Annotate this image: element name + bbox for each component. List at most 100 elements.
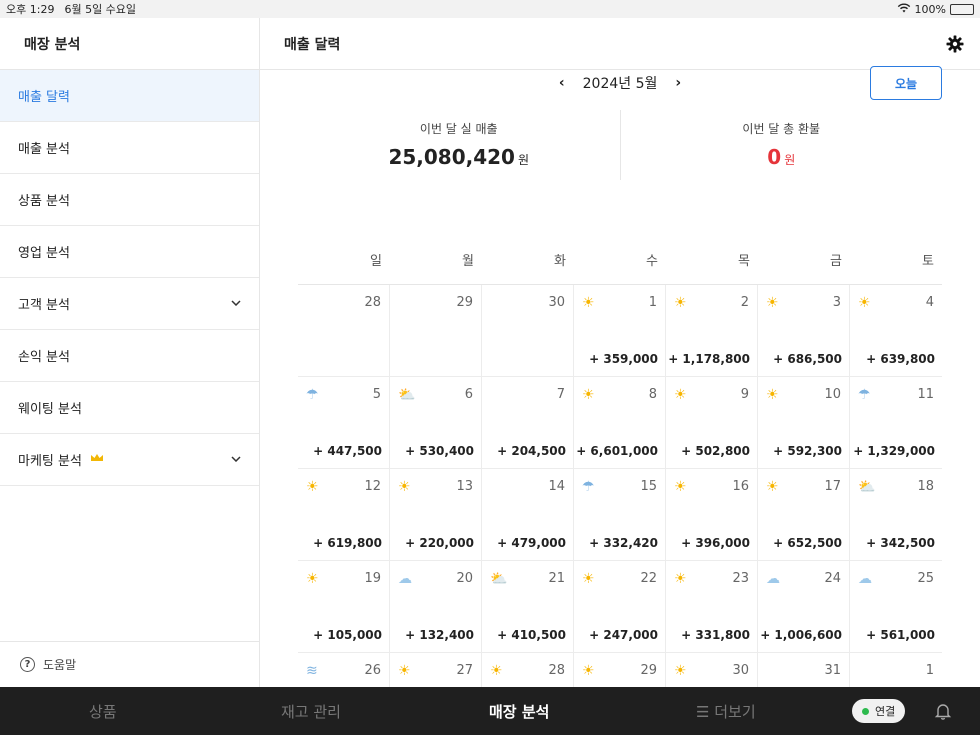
calendar-day[interactable]: ☀ 13 + 220,000 [390, 469, 482, 561]
cloud-icon: ☁ [398, 571, 412, 587]
day-number: 28 [548, 663, 565, 678]
calendar-day[interactable]: 30 [482, 285, 574, 377]
wifi-icon [897, 3, 911, 16]
calendar-day[interactable]: ☀ 10 + 592,300 [758, 377, 850, 469]
sun-icon: ☀ [582, 571, 595, 587]
calendar-day[interactable]: ☀ 22 + 247,000 [574, 561, 666, 653]
calendar-day[interactable]: ⛅ 21 + 410,500 [482, 561, 574, 653]
day-number: 29 [640, 663, 657, 678]
help-label: 도움말 [43, 658, 77, 672]
sun-icon: ☀ [398, 479, 411, 495]
calendar-day[interactable]: ☀ 27 [390, 653, 482, 687]
day-number: 18 [917, 479, 934, 494]
calendar-day[interactable]: ☀ 1 + 359,000 [574, 285, 666, 377]
calendar-day[interactable]: ☀ 19 + 105,000 [298, 561, 390, 653]
day-sales-amount: + 132,400 [405, 628, 474, 642]
calendar-day[interactable]: ☀ 12 + 619,800 [298, 469, 390, 561]
tab-more[interactable]: ☰ 더보기 [696, 701, 756, 722]
day-number: 29 [456, 295, 473, 310]
calendar-day[interactable]: ☁ 24 + 1,006,600 [758, 561, 850, 653]
calendar-day[interactable]: ☀ 8 + 6,601,000 [574, 377, 666, 469]
day-sales-amount: + 359,000 [589, 352, 658, 366]
calendar-day[interactable]: ☀ 29 [574, 653, 666, 687]
calendar-day[interactable]: ⛅ 18 + 342,500 [850, 469, 942, 561]
calendar-day[interactable]: 1 [850, 653, 942, 687]
sun-icon: ☀ [766, 387, 779, 403]
day-sales-amount: + 6,601,000 [576, 444, 658, 458]
sun-icon: ☀ [766, 295, 779, 311]
battery-icon [950, 3, 974, 15]
sun-icon: ☀ [674, 479, 687, 495]
calendar-day[interactable]: ☀ 2 + 1,178,800 [666, 285, 758, 377]
connection-badge[interactable]: 연결 [852, 699, 906, 723]
sidebar: 매장 분석 매출 달력 매출 분석 상품 분석 영업 분석 고객 분석 손익 분… [0, 18, 260, 687]
sidebar-title: 매장 분석 [0, 18, 259, 70]
calendar-day[interactable]: ☁ 25 + 561,000 [850, 561, 942, 653]
day-sales-amount: + 220,000 [405, 536, 474, 550]
sidebar-item-waiting-analysis[interactable]: 웨이팅 분석 [0, 382, 259, 434]
calendar-day[interactable]: ☀ 28 [482, 653, 574, 687]
menu-icon: ☰ [696, 703, 715, 721]
sidebar-item-marketing-analysis[interactable]: 마케팅 분석 [0, 434, 259, 486]
calendar-day[interactable]: ☀ 16 + 396,000 [666, 469, 758, 561]
next-month-button[interactable]: › [671, 75, 685, 91]
calendar-day[interactable]: 29 [390, 285, 482, 377]
day-number: 2 [740, 295, 749, 310]
day-number: 12 [364, 479, 381, 494]
calendar-day[interactable]: ☀ 23 + 331,800 [666, 561, 758, 653]
tab-store-analysis[interactable]: 매장 분석 [489, 701, 549, 722]
weekday-label: 화 [554, 254, 566, 269]
day-number: 5 [372, 387, 381, 402]
gear-icon[interactable] [946, 35, 964, 53]
calendar-day[interactable]: ☀ 17 + 652,500 [758, 469, 850, 561]
calendar-day[interactable]: ☂ 15 + 332,420 [574, 469, 666, 561]
calendar-day[interactable]: ≋ 26 [298, 653, 390, 687]
calendar-day[interactable]: ☀ 9 + 502,800 [666, 377, 758, 469]
calendar-day[interactable]: ☂ 11 + 1,329,000 [850, 377, 942, 469]
today-button[interactable]: 오늘 [870, 66, 942, 100]
calendar-day[interactable]: 14 + 479,000 [482, 469, 574, 561]
calendar-day[interactable]: ☀ 3 + 686,500 [758, 285, 850, 377]
status-time: 오후 1:29 [6, 3, 55, 16]
sidebar-item-customer-analysis[interactable]: 고객 분석 [0, 278, 259, 330]
help-link[interactable]: ? 도움말 [0, 641, 259, 687]
sidebar-item-label: 손익 분석 [18, 350, 70, 365]
calendar-day[interactable]: ☁ 20 + 132,400 [390, 561, 482, 653]
sidebar-item-sales-analysis[interactable]: 매출 분석 [0, 122, 259, 174]
sidebar-item-profit-analysis[interactable]: 손익 분석 [0, 330, 259, 382]
weekday-label: 수 [646, 254, 658, 269]
calendar-day[interactable]: ☀ 30 [666, 653, 758, 687]
day-sales-amount: + 1,178,800 [668, 352, 750, 366]
chevron-down-icon [231, 454, 241, 465]
calendar-day[interactable]: 31 [758, 653, 850, 687]
sidebar-item-sales-calendar[interactable]: 매출 달력 [0, 70, 259, 122]
calendar-day[interactable]: ☂ 5 + 447,500 [298, 377, 390, 469]
page-header: 매출 달력 [260, 18, 980, 70]
sidebar-item-label: 매출 분석 [18, 142, 70, 157]
sidebar-item-business-analysis[interactable]: 영업 분석 [0, 226, 259, 278]
day-number: 14 [548, 479, 565, 494]
tab-inventory[interactable]: 재고 관리 [281, 701, 341, 722]
partly-cloudy-icon: ⛅ [490, 571, 508, 587]
bell-icon[interactable] [933, 701, 953, 721]
day-sales-amount: + 447,500 [313, 444, 382, 458]
day-sales-amount: + 105,000 [313, 628, 382, 642]
sun-icon: ☀ [858, 295, 871, 311]
sidebar-item-product-analysis[interactable]: 상품 분석 [0, 174, 259, 226]
sidebar-item-label: 고객 분석 [18, 298, 70, 313]
sidebar-item-label: 영업 분석 [18, 246, 70, 261]
sun-icon: ☀ [306, 571, 319, 587]
day-number: 24 [824, 571, 841, 586]
calendar-day[interactable]: ⛅ 6 + 530,400 [390, 377, 482, 469]
calendar-day[interactable]: ☀ 4 + 639,800 [850, 285, 942, 377]
day-number: 11 [917, 387, 934, 402]
calendar-day[interactable]: 7 + 204,500 [482, 377, 574, 469]
tab-products[interactable]: 상품 [89, 701, 117, 722]
calendar-day[interactable]: 28 [298, 285, 390, 377]
prev-month-button[interactable]: ‹ [555, 75, 569, 91]
sun-icon: ☀ [674, 295, 687, 311]
cloud-icon: ☁ [766, 571, 780, 587]
weekday-label: 월 [462, 254, 474, 269]
day-number: 13 [456, 479, 473, 494]
sun-icon: ☀ [582, 295, 595, 311]
